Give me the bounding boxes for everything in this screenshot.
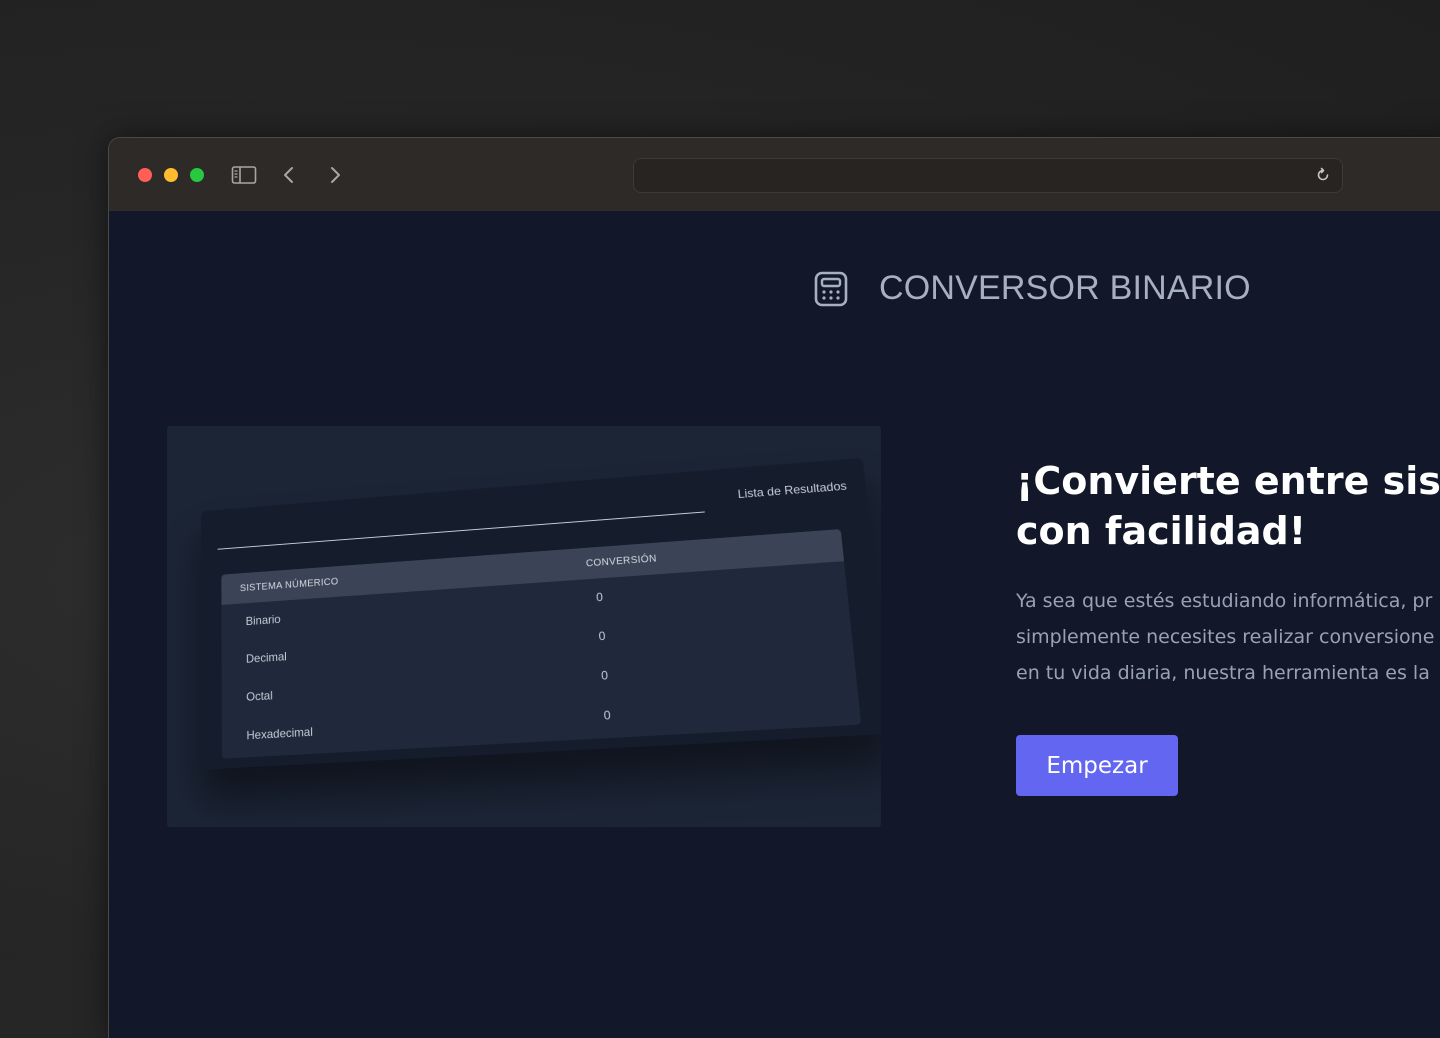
start-button[interactable]: Empezar [1016, 735, 1178, 796]
zoom-window-button[interactable] [190, 168, 204, 182]
hero-description-line: en tu vida diaria, nuestra herramienta e… [1016, 655, 1440, 691]
page-content: CONVERSOR BINARIO Lista de Resultados SI… [109, 211, 1440, 1038]
hero-heading-line: ¡Convierte entre sistem [1016, 456, 1440, 506]
row-value: 0 [596, 590, 604, 604]
results-table: SISTEMA NÚMERICO CONVERSIÓN Binario 0 De… [221, 529, 861, 759]
row-value: 0 [601, 668, 609, 683]
row-name: Decimal [246, 649, 287, 665]
row-value: 0 [598, 629, 606, 643]
address-bar[interactable] [633, 158, 1343, 193]
browser-titlebar [109, 138, 1440, 211]
hero-description: Ya sea que estés estudiando informática,… [1016, 583, 1440, 691]
results-panel: Lista de Resultados SISTEMA NÚMERICO CON… [201, 458, 881, 770]
reload-icon[interactable] [1314, 166, 1332, 184]
hero-heading: ¡Convierte entre sistem con facilidad! [1016, 456, 1440, 556]
row-name: Binario [246, 612, 281, 628]
results-title: Lista de Resultados [737, 479, 847, 501]
row-value: 0 [603, 708, 611, 723]
minimize-window-button[interactable] [164, 168, 178, 182]
hero-description-line: simplemente necesites realizar conversio… [1016, 619, 1440, 655]
forward-arrow-icon[interactable] [321, 162, 349, 188]
browser-window: CONVERSOR BINARIO Lista de Resultados SI… [108, 137, 1440, 1038]
column-header-conversion: CONVERSIÓN [586, 554, 657, 570]
back-arrow-icon[interactable] [275, 162, 303, 188]
hero-description-line: Ya sea que estés estudiando informática,… [1016, 583, 1440, 619]
hero-heading-line: con facilidad! [1016, 506, 1440, 556]
app-preview-image: Lista de Resultados SISTEMA NÚMERICO CON… [167, 426, 881, 827]
column-header-system: SISTEMA NÚMERICO [240, 577, 339, 595]
row-name: Octal [246, 688, 273, 703]
site-header[interactable]: CONVERSOR BINARIO [813, 269, 1251, 308]
calculator-icon [813, 270, 849, 308]
sidebar-toggle-icon[interactable] [230, 162, 258, 188]
row-name: Hexadecimal [246, 725, 313, 743]
close-window-button[interactable] [138, 168, 152, 182]
site-title: CONVERSOR BINARIO [879, 269, 1251, 308]
